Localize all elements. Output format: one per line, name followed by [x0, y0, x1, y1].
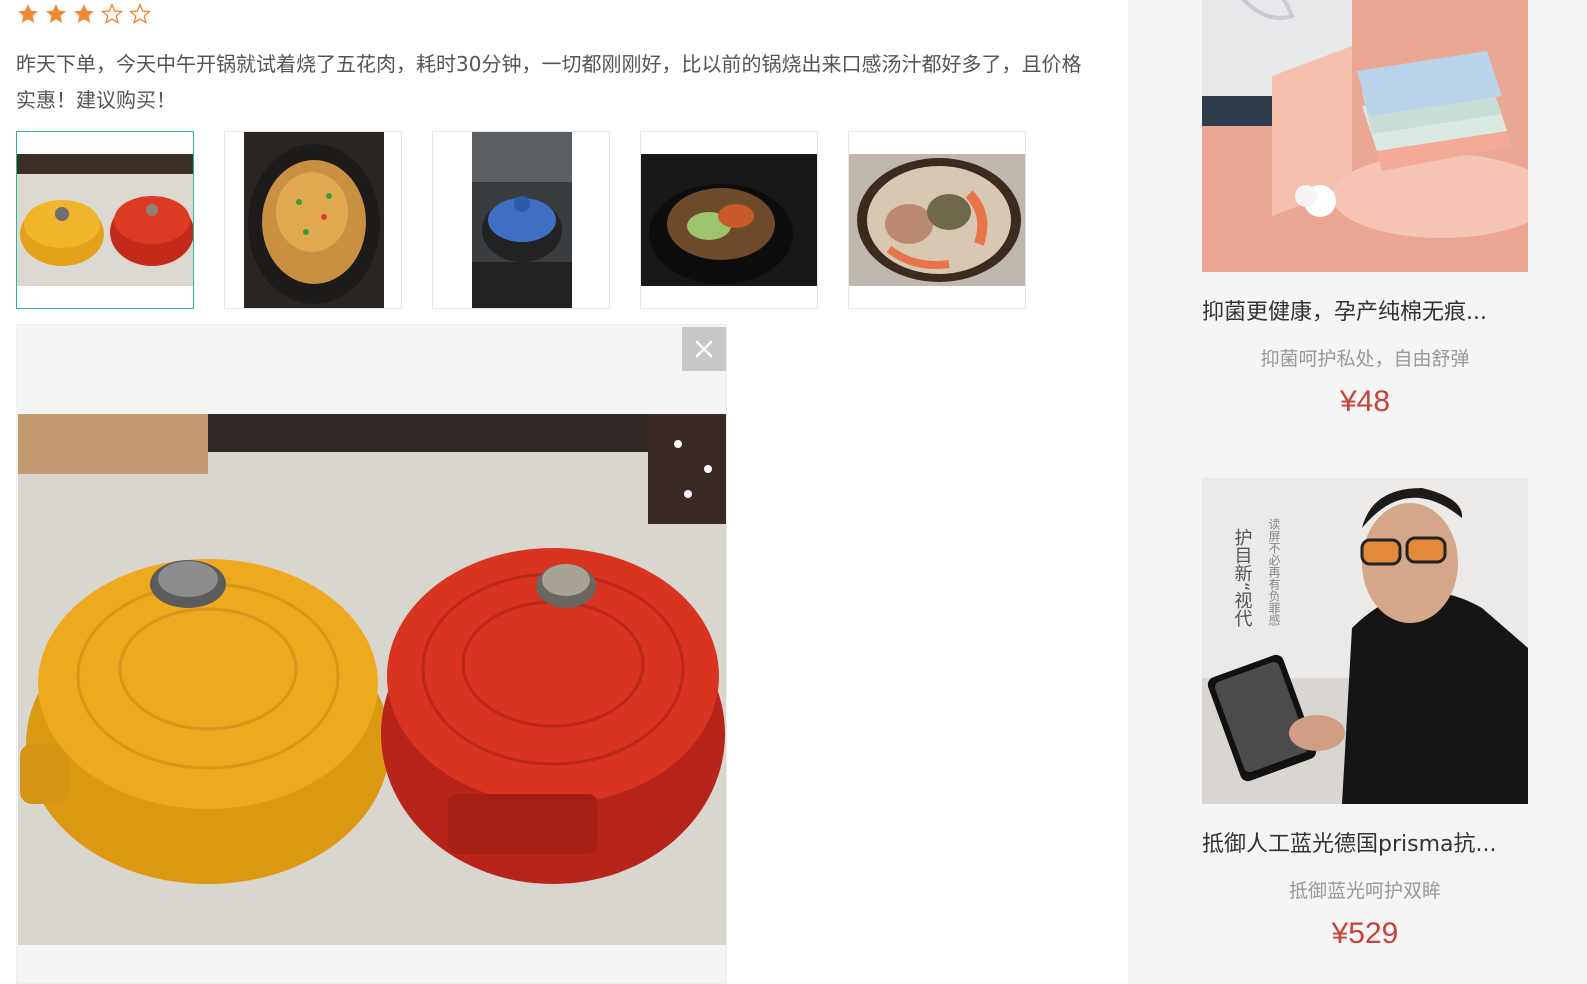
review-thumbnails [16, 131, 1026, 309]
product-card[interactable]: 护目新“视代 读屏不必再有负罪感 抵御人工蓝光德国prisma抗... 抵御蓝光… [1202, 478, 1528, 951]
enlarged-review-photo [18, 414, 726, 945]
star-filled-icon [18, 4, 38, 23]
review-thumbnail[interactable] [640, 131, 818, 309]
product-image[interactable]: 护目新“视代 读屏不必再有负罪感 [1202, 478, 1528, 804]
glasses-product-photo: 护目新“视代 读屏不必再有负罪感 [1202, 478, 1528, 804]
product-card[interactable]: 抑菌更健康，孕产纯棉无痕... 抑菌呵护私处，自由舒弹 ¥48 [1202, 0, 1528, 419]
rating-stars [16, 2, 152, 26]
underwear-product-photo [1202, 0, 1528, 272]
star-filled-icon [74, 4, 94, 23]
review-thumbnail[interactable] [848, 131, 1026, 309]
close-viewer-button[interactable] [682, 327, 726, 371]
stew-photo-thumb [641, 154, 817, 286]
product-image[interactable] [1202, 0, 1528, 272]
product-desc: 抵御蓝光呵护双眸 [1288, 880, 1441, 902]
review-thumbnail[interactable] [432, 131, 610, 309]
noodle-photo-thumb [849, 154, 1025, 286]
review-thumbnail[interactable] [224, 131, 402, 309]
product-name[interactable]: 抑菌更健康，孕产纯棉无痕... [1202, 294, 1528, 326]
blue-pot-photo-thumb [472, 132, 572, 308]
image-viewer [16, 324, 727, 984]
product-price: ¥529 [1331, 917, 1399, 950]
star-empty-icon [100, 3, 124, 25]
dish-photo-thumb [244, 132, 384, 308]
star-filled-icon [46, 4, 66, 23]
pots-photo-thumb [17, 154, 193, 286]
product-price: ¥48 [1339, 385, 1391, 418]
star-empty-icon [128, 3, 152, 25]
product-desc: 抑菌呵护私处，自由舒弹 [1260, 348, 1470, 370]
ad-subheading: 读屏不必再有负罪感 [1267, 518, 1281, 626]
page: 昨天下单，今天中午开锅就试着烧了五花肉，耗时30分钟，一切都刚刚好，比以前的锅烧… [0, 0, 1587, 984]
ad-heading: 护目新“视代 [1232, 528, 1253, 627]
product-name[interactable]: 抵御人工蓝光德国prisma抗... [1202, 826, 1528, 858]
recommend-sidebar: 抑菌更健康，孕产纯棉无痕... 抑菌呵护私处，自由舒弹 ¥48 护目新“视代 读… [1128, 0, 1587, 984]
review-thumbnail[interactable] [16, 131, 194, 309]
close-icon [695, 340, 713, 358]
review-text: 昨天下单，今天中午开锅就试着烧了五花肉，耗时30分钟，一切都刚刚好，比以前的锅烧… [16, 52, 1082, 112]
